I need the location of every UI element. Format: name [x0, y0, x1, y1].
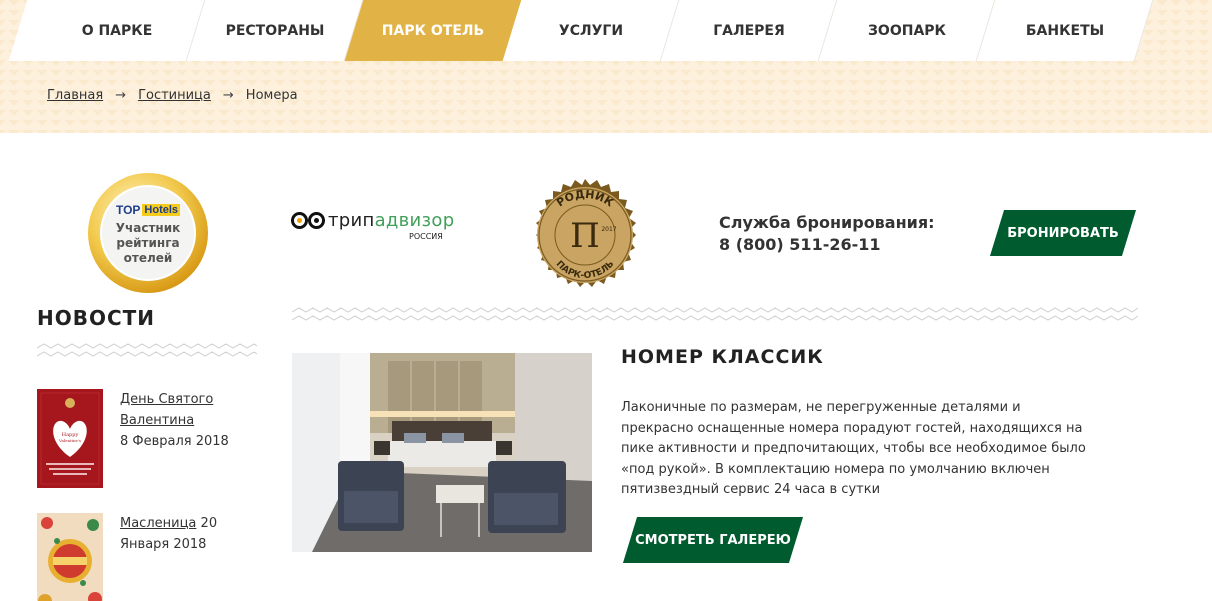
nav-item-restaurants[interactable]: РЕСТОРАНЫ [196, 0, 354, 61]
breadcrumb: Главная → Гостиница → Номера [47, 88, 298, 103]
main-navigation: О ПАРКЕ РЕСТОРАНЫ ПАРК ОТЕЛЬ УСЛУГИ ГАЛЕ… [38, 0, 1148, 61]
room-description: Лаконичные по размерам, не перегруженные… [621, 400, 1086, 497]
breadcrumb-home-link[interactable]: Главная [47, 88, 103, 103]
tripadvisor-logo[interactable]: трипадвизор РОССИЯ [291, 210, 454, 250]
top-hotels-text: Участник рейтинга отелей [115, 220, 181, 265]
breadcrumb-arrow-icon: → [222, 88, 234, 103]
nav-item-park-hotel[interactable]: ПАРК ОТЕЛЬ [354, 0, 512, 61]
maslenitsa-poster-image[interactable] [37, 513, 103, 601]
tripadvisor-country: РОССИЯ [409, 232, 443, 241]
top-hotels-logo: TOP Hotels [115, 202, 181, 217]
tripadvisor-owl-icon [291, 212, 325, 229]
booking-phone[interactable]: 8 (800) 511-26-11 [719, 234, 935, 256]
nav-item-gallery[interactable]: ГАЛЕРЕЯ [670, 0, 828, 61]
nav-item-services[interactable]: УСЛУГИ [512, 0, 670, 61]
booking-label: Служба бронирования: [719, 213, 935, 232]
view-gallery-button[interactable]: СМОТРЕТЬ ГАЛЕРЕЮ [630, 517, 796, 563]
room-title: НОМЕР КЛАССИК [621, 346, 824, 368]
svg-text:2017: 2017 [601, 226, 616, 233]
svg-text:Valentine's: Valentine's [58, 438, 81, 443]
news-zigzag-divider [37, 343, 257, 357]
nav-item-zoo[interactable]: ЗООПАРК [828, 0, 986, 61]
news-item-link[interactable]: Масленица [120, 516, 196, 531]
room-photo[interactable] [292, 353, 592, 552]
svg-text:П: П [570, 216, 600, 256]
breadcrumb-arrow-icon: → [115, 88, 127, 103]
news-item-link[interactable]: День Святого Валентина [120, 392, 213, 428]
valentine-poster-image[interactable]: Happy Valentine's [37, 389, 103, 488]
top-hotels-badge[interactable]: TOP Hotels Участник рейтинга отелей [88, 173, 208, 293]
rodnik-park-hotel-seal: РОДНИК ПАРК-ОТЕЛЬ П 2017 [536, 179, 636, 287]
zigzag-divider [292, 307, 1138, 321]
booking-info: Служба бронирования: 8 (800) 511-26-11 [719, 212, 935, 256]
book-button[interactable]: БРОНИРОВАТЬ [997, 210, 1129, 256]
news-item-date: 8 Февраля 2018 [120, 434, 229, 449]
breadcrumb-hotel-link[interactable]: Гостиница [138, 88, 211, 103]
news-item: Happy Valentine's День Святого Валентина… [37, 389, 240, 488]
breadcrumb-current: Номера [245, 88, 298, 103]
news-heading: НОВОСТИ [37, 306, 156, 330]
nav-item-banquets[interactable]: БАНКЕТЫ [986, 0, 1144, 61]
news-item: Масленица 20 Января 2018 [37, 513, 260, 601]
nav-item-about[interactable]: О ПАРКЕ [38, 0, 196, 61]
